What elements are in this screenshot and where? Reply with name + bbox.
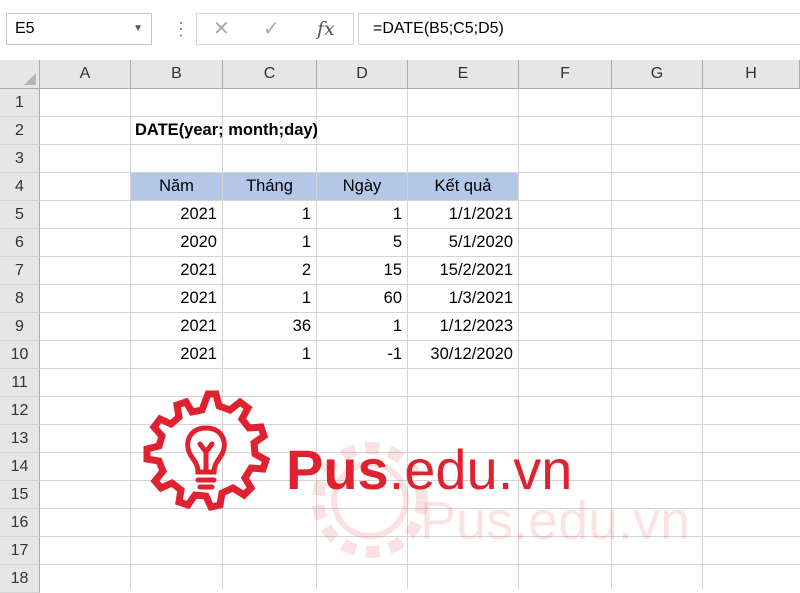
table-header-result[interactable]: Kết quả xyxy=(408,173,518,200)
row-header[interactable]: 17 xyxy=(0,537,40,565)
column-header-c[interactable]: C xyxy=(223,60,317,89)
row-header[interactable]: 9 xyxy=(0,313,40,341)
row-header[interactable]: 6 xyxy=(0,229,40,257)
column-header-b[interactable]: B xyxy=(131,60,223,89)
table-cell[interactable]: 1 xyxy=(223,285,316,312)
table-cell[interactable]: 1/12/2023 xyxy=(408,313,518,340)
table-cell[interactable]: 2021 xyxy=(131,201,222,228)
formula-bar: E5 ▼ ⋮ ✕ ✓ fx =DATE(B5;C5;D5) xyxy=(0,0,800,60)
table-header-month[interactable]: Tháng xyxy=(223,173,316,200)
chevron-down-icon[interactable]: ▼ xyxy=(133,14,143,44)
table-cell[interactable]: 1 xyxy=(317,201,407,228)
row-header[interactable]: 13 xyxy=(0,425,40,453)
table-cell[interactable]: 2021 xyxy=(131,313,222,340)
row-header[interactable]: 2 xyxy=(0,117,40,145)
column-header-g[interactable]: G xyxy=(612,60,703,89)
table-cell[interactable]: 1/1/2021 xyxy=(408,201,518,228)
lightbulb-gear-icon xyxy=(143,390,271,512)
table-header-year[interactable]: Năm xyxy=(131,173,222,200)
table-cell[interactable]: 60 xyxy=(317,285,407,312)
grid-line xyxy=(702,89,703,589)
table-header-day[interactable]: Ngày xyxy=(317,173,407,200)
row-header[interactable]: 4 xyxy=(0,173,40,201)
grid-line xyxy=(40,368,800,369)
column-header-f[interactable]: F xyxy=(519,60,612,89)
more-options-icon[interactable]: ⋮ xyxy=(172,15,190,43)
sheet-title-cell[interactable]: DATE(year; month;day) xyxy=(131,117,431,144)
brand-name: Pus xyxy=(286,438,389,501)
column-header-a[interactable]: A xyxy=(40,60,131,89)
table-cell[interactable]: 1 xyxy=(223,201,316,228)
table-cell[interactable]: 2021 xyxy=(131,341,222,368)
cancel-icon[interactable]: ✕ xyxy=(213,14,230,44)
row-header[interactable]: 15 xyxy=(0,481,40,509)
column-header-e[interactable]: E xyxy=(408,60,519,89)
table-cell[interactable]: 15/2/2021 xyxy=(408,257,518,284)
row-header[interactable]: 16 xyxy=(0,509,40,537)
grid-line xyxy=(40,144,800,145)
table-cell[interactable]: 36 xyxy=(223,313,316,340)
table-cell[interactable]: 1/3/2021 xyxy=(408,285,518,312)
brand-domain: .edu.vn xyxy=(388,438,573,501)
row-header[interactable]: 8 xyxy=(0,285,40,313)
row-header[interactable]: 12 xyxy=(0,397,40,425)
row-header[interactable]: 3 xyxy=(0,145,40,173)
row-header[interactable]: 10 xyxy=(0,341,40,369)
table-cell[interactable]: 1 xyxy=(317,313,407,340)
table-cell[interactable]: 5/1/2020 xyxy=(408,229,518,256)
table-cell[interactable]: 2 xyxy=(223,257,316,284)
insert-function-icon[interactable]: fx xyxy=(317,14,335,44)
name-box[interactable]: E5 ▼ xyxy=(6,13,152,45)
column-header-h[interactable]: H xyxy=(703,60,800,89)
table-cell[interactable]: 2021 xyxy=(131,285,222,312)
table-cell[interactable]: 15 xyxy=(317,257,407,284)
table-cell[interactable]: 5 xyxy=(317,229,407,256)
name-box-value: E5 xyxy=(15,20,35,37)
row-header[interactable]: 11 xyxy=(0,369,40,397)
row-header[interactable]: 1 xyxy=(0,89,40,117)
table-cell[interactable]: 30/12/2020 xyxy=(408,341,518,368)
row-header[interactable]: 5 xyxy=(0,201,40,229)
table-cell[interactable]: 2021 xyxy=(131,257,222,284)
formula-input[interactable]: =DATE(B5;C5;D5) xyxy=(358,13,800,45)
enter-icon[interactable]: ✓ xyxy=(263,14,280,44)
table-cell[interactable]: 1 xyxy=(223,341,316,368)
row-header[interactable]: 7 xyxy=(0,257,40,285)
formula-tools: ✕ ✓ fx xyxy=(196,13,354,45)
table-cell[interactable]: -1 xyxy=(317,341,407,368)
table-cell[interactable]: 1 xyxy=(223,229,316,256)
brand-logo-text: Pus.edu.vn xyxy=(286,430,572,510)
table-cell[interactable]: 2020 xyxy=(131,229,222,256)
select-all-corner[interactable] xyxy=(0,60,40,89)
row-header[interactable]: 14 xyxy=(0,453,40,481)
column-header-d[interactable]: D xyxy=(317,60,408,89)
